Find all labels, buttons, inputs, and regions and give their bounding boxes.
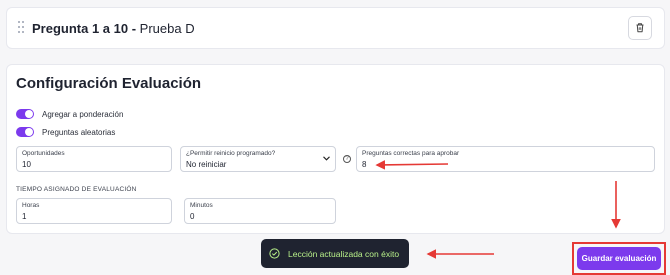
arrow-to-correctas xyxy=(375,160,449,170)
annotation-arrows xyxy=(375,160,621,259)
